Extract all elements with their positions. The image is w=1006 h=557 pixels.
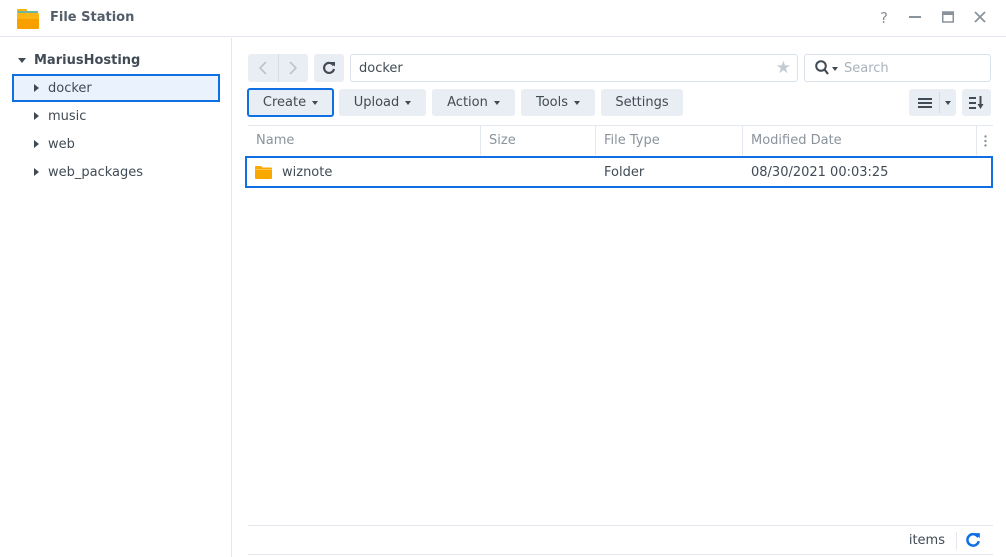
- main-panel: docker ★ Search Create Upload Action Too…: [233, 38, 1006, 557]
- column-modified-date[interactable]: Modified Date: [743, 126, 977, 155]
- file-name-cell: wiznote: [247, 158, 481, 186]
- sidebar-item-music[interactable]: music: [12, 102, 220, 130]
- upload-button[interactable]: Upload: [339, 89, 426, 116]
- app-title: File Station: [50, 10, 135, 25]
- status-footer: items: [248, 525, 993, 555]
- tree-root-mariushosting[interactable]: MariusHosting: [18, 51, 140, 69]
- view-mode-divider: [939, 92, 940, 113]
- sidebar-item-web-packages[interactable]: web_packages: [12, 158, 220, 186]
- minimize-icon: [909, 16, 921, 18]
- maximize-icon: [942, 11, 954, 23]
- chevron-down-icon: [312, 100, 319, 105]
- help-button[interactable]: ?: [874, 8, 894, 28]
- folder-icon: [255, 165, 272, 179]
- search-placeholder: Search: [844, 61, 889, 76]
- chevron-left-icon: [258, 61, 267, 75]
- view-mode-button[interactable]: [909, 89, 956, 116]
- sidebar-item-label: web: [48, 136, 75, 152]
- sidebar-item-docker[interactable]: docker: [12, 74, 220, 102]
- nav-buttons: [248, 54, 308, 82]
- refresh-button[interactable]: [314, 54, 344, 82]
- column-size[interactable]: Size: [481, 126, 596, 155]
- file-name: wiznote: [282, 164, 333, 180]
- close-button[interactable]: [970, 8, 990, 28]
- settings-label: Settings: [615, 95, 669, 110]
- refresh-icon[interactable]: [965, 532, 981, 548]
- file-modified-date: 08/30/2021 00:03:25: [751, 164, 889, 180]
- tree-root-label: MariusHosting: [34, 52, 141, 68]
- path-text: docker: [359, 61, 403, 76]
- chevron-down-icon[interactable]: [945, 101, 951, 105]
- maximize-button[interactable]: [938, 8, 958, 28]
- back-button[interactable]: [248, 54, 278, 82]
- caret-down-icon: [18, 57, 26, 63]
- minimize-button[interactable]: [905, 8, 925, 28]
- file-row[interactable]: wiznote Folder 08/30/2021 00:03:25: [245, 156, 993, 188]
- file-station-icon: [17, 9, 39, 29]
- tools-label: Tools: [535, 95, 569, 110]
- items-count: items: [908, 533, 945, 548]
- favorite-star-icon[interactable]: ★: [776, 58, 791, 78]
- title-bar: File Station ?: [0, 0, 1006, 37]
- sidebar-item-web[interactable]: web: [12, 130, 220, 158]
- column-file-type[interactable]: File Type: [596, 126, 743, 155]
- sort-icon: [968, 95, 983, 109]
- sort-button[interactable]: [962, 89, 991, 116]
- sidebar-item-label: web_packages: [48, 164, 144, 180]
- sidebar-tree: MariusHosting docker music web web_packa…: [0, 38, 232, 557]
- upload-label: Upload: [353, 95, 400, 110]
- action-button[interactable]: Action: [432, 89, 515, 116]
- grid-header: Name Size File Type Modified Date: [248, 125, 993, 155]
- caret-right-icon: [34, 112, 39, 120]
- close-icon: [974, 11, 986, 23]
- tools-button[interactable]: Tools: [521, 89, 595, 116]
- search-input[interactable]: Search: [804, 54, 991, 82]
- caret-right-icon: [34, 168, 39, 176]
- sidebar-item-label: music: [48, 108, 87, 124]
- column-options-icon[interactable]: [977, 126, 993, 155]
- file-type: Folder: [604, 164, 645, 180]
- settings-button[interactable]: Settings: [601, 89, 683, 116]
- list-view-icon: [918, 97, 932, 108]
- search-icon: [815, 60, 829, 75]
- chevron-down-icon: [405, 100, 412, 105]
- footer-divider: [956, 532, 957, 550]
- column-name[interactable]: Name: [248, 126, 481, 155]
- caret-right-icon: [34, 84, 39, 92]
- sidebar-item-label: docker: [48, 80, 92, 96]
- search-options-caret-icon[interactable]: [832, 67, 838, 71]
- create-label: Create: [262, 95, 307, 110]
- chevron-down-icon: [493, 100, 500, 105]
- forward-button[interactable]: [279, 54, 309, 82]
- file-size: [481, 158, 596, 186]
- refresh-icon: [323, 61, 336, 74]
- chevron-down-icon: [574, 100, 581, 105]
- action-label: Action: [447, 95, 488, 110]
- create-button[interactable]: Create: [247, 88, 334, 117]
- chevron-right-icon: [289, 61, 298, 75]
- path-input[interactable]: docker ★: [350, 54, 798, 82]
- caret-right-icon: [34, 140, 39, 148]
